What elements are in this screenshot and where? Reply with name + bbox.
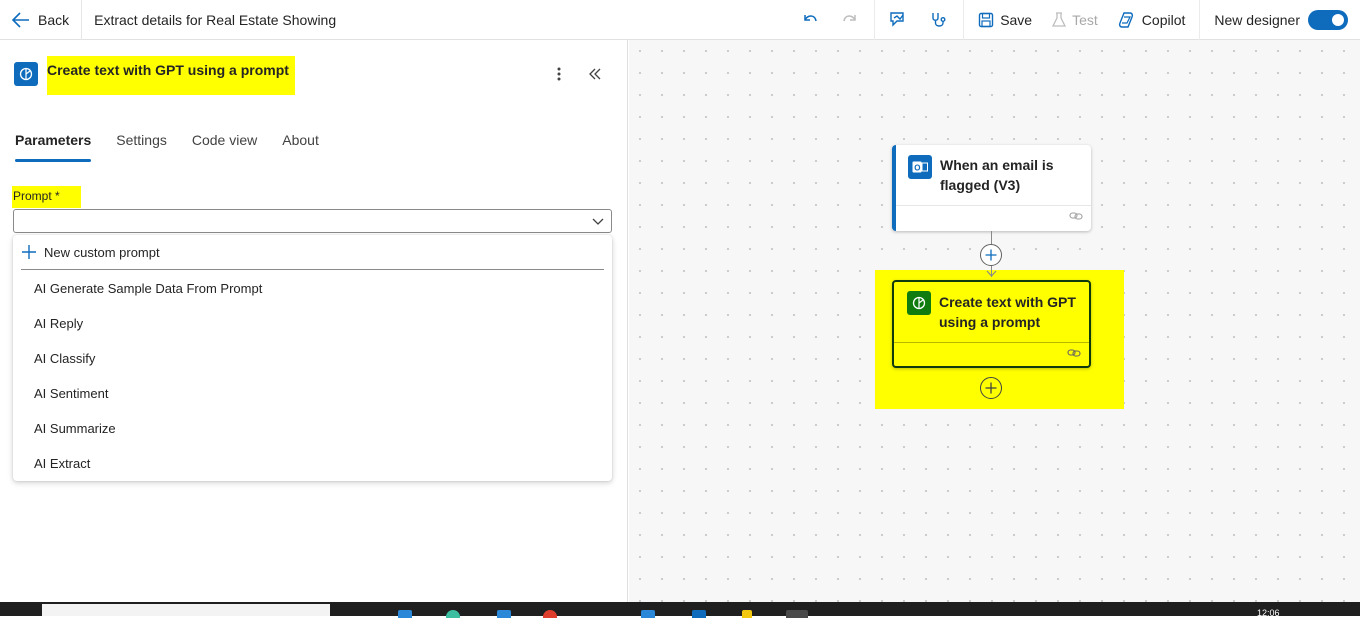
gpt-action-node-title: Create text with GPT using a prompt [939,294,1076,330]
panel-header: Create text with GPT using a prompt [14,56,615,95]
outlook-icon: O [908,155,932,179]
save-button[interactable]: Save [968,0,1042,40]
taskbar-app-icon[interactable] [742,610,752,618]
add-icon [985,382,997,394]
taskbar-app-icon[interactable] [641,610,655,618]
copilot-button[interactable]: Copilot [1108,0,1196,40]
copilot-icon [1118,12,1133,28]
action-details-panel: Create text with GPT using a prompt Para… [0,40,628,602]
flow-title: Extract details for Real Estate Showing [94,11,337,28]
new-custom-prompt-label: New custom prompt [44,244,160,260]
save-label: Save [1000,12,1033,28]
back-button[interactable]: Back [0,0,81,40]
dropdown-option[interactable]: AI Reply [34,314,83,334]
health-check-button[interactable] [919,0,959,40]
add-icon [22,245,36,259]
flow-canvas[interactable]: O When an email is flagged (V3) Create t… [629,40,1360,602]
dropdown-option[interactable]: AI Sentiment [34,384,108,404]
ai-builder-icon [14,62,38,86]
taskbar-app-icon[interactable] [497,610,511,618]
panel-tabs: Parameters Settings Code view About [15,132,344,162]
undo-icon [804,15,817,22]
chevron-down-icon [592,218,604,225]
new-designer-toggle-group: New designer [1204,10,1360,30]
arrow-left-icon [12,11,29,28]
link-icon [1067,349,1081,357]
prompt-label: Prompt * [12,186,81,208]
beaker-icon [1052,12,1067,27]
flow-checker-button[interactable] [879,0,919,40]
arrow-down-icon [986,270,997,277]
panel-title: Create text with GPT using a prompt [47,56,295,95]
undo-button[interactable] [790,0,830,40]
taskbar-search[interactable] [42,604,330,616]
save-icon [978,12,994,28]
prompt-dropdown[interactable] [13,209,612,233]
svg-text:O: O [914,164,920,173]
os-taskbar: 12:06 [0,602,1360,618]
stethoscope-icon [932,13,946,27]
divider [1199,0,1201,40]
redo-icon [843,15,856,22]
new-designer-label: New designer [1214,12,1300,28]
taskbar-clock: 12:06 [1257,608,1280,618]
top-bar: Back Extract details for Real Estate Sho… [0,0,1360,40]
more-options-icon[interactable] [547,62,571,86]
tab-code-view[interactable]: Code view [192,132,257,162]
link-icon [1069,212,1083,220]
new-custom-prompt-option[interactable]: New custom prompt [21,242,160,262]
divider [894,342,1089,343]
redo-button[interactable] [830,0,870,40]
prompt-dropdown-list: New custom prompt AI Generate Sample Dat… [13,235,612,481]
trigger-node-title: When an email is flagged (V3) [940,157,1054,193]
taskbar-app-icon[interactable] [398,610,412,618]
taskbar-app-icon[interactable] [692,610,706,618]
add-icon [985,249,997,261]
divider [21,269,604,270]
test-label: Test [1072,12,1098,28]
taskbar-app-icon[interactable] [786,610,808,618]
dropdown-option[interactable]: AI Extract [34,454,90,474]
add-step-button[interactable] [980,377,1002,399]
taskbar-app-icon[interactable] [543,610,557,618]
dropdown-option[interactable]: AI Classify [34,349,95,369]
gpt-action-node[interactable]: Create text with GPT using a prompt [892,280,1091,368]
taskbar-app-icon[interactable] [446,610,460,618]
trigger-node[interactable]: O When an email is flagged (V3) [892,145,1091,231]
test-button[interactable]: Test [1042,0,1108,40]
divider [874,0,876,40]
tab-parameters[interactable]: Parameters [15,132,92,162]
copilot-label: Copilot [1141,12,1186,28]
dropdown-option[interactable]: AI Generate Sample Data From Prompt [34,279,262,299]
divider [896,205,1091,206]
divider [963,0,965,40]
back-label: Back [38,11,70,28]
tab-settings[interactable]: Settings [116,132,167,162]
flow-checker-icon [890,12,904,27]
tab-about[interactable]: About [282,132,319,162]
ai-builder-icon [907,291,931,315]
collapse-panel-icon[interactable] [583,62,607,86]
insert-step-button[interactable] [980,244,1002,266]
dropdown-option[interactable]: AI Summarize [34,419,116,439]
new-designer-toggle[interactable] [1308,10,1348,30]
